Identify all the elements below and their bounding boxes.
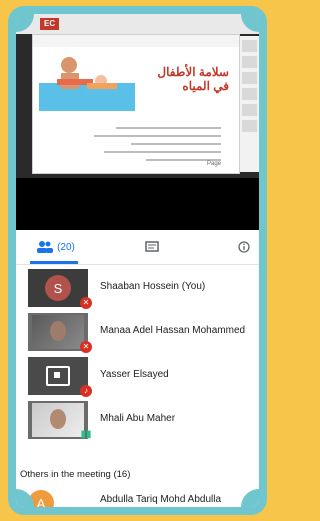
panel-tabs: (20) — [16, 230, 259, 265]
participant-row[interactable]: ▮▮ Mhali Abu Maher — [16, 397, 259, 441]
participant-row[interactable]: ♪ Yasser Elsayed — [16, 353, 259, 397]
presentation-slide: سلامة الأطفال في المياه Page — [32, 34, 240, 174]
participant-video — [32, 315, 84, 349]
speaking-icon: ▮▮ — [80, 429, 92, 440]
participant-tile: ♪ — [28, 357, 92, 397]
participant-name: Yasser Elsayed — [100, 369, 169, 380]
swimming-illustration — [39, 57, 135, 111]
slide-title: سلامة الأطفال في المياه — [157, 65, 229, 93]
participant-list: S ✕ Shaaban Hossein (You) ✕ Manaa Adel H… — [16, 265, 259, 441]
slide-toolbar: EC — [16, 14, 259, 34]
shared-screen: EC سلامة الأطفال في المياه Page — [16, 14, 259, 178]
active-tab-indicator — [30, 261, 78, 264]
participant-row[interactable]: ✕ Manaa Adel Hassan Mohammed — [16, 309, 259, 353]
info-icon — [238, 241, 250, 253]
tab-chat[interactable] — [132, 230, 172, 264]
participant-tile: S ✕ — [28, 269, 92, 309]
slide-footer: Page — [206, 161, 221, 167]
chat-icon — [145, 241, 159, 252]
participant-row[interactable]: S ✕ Shaaban Hossein (You) — [16, 265, 259, 309]
meeting-window: EC سلامة الأطفال في المياه Page (20) S ✕… — [16, 14, 259, 507]
participant-name: Shaaban Hossein (You) — [100, 281, 206, 292]
participant-tile: ✕ — [28, 313, 92, 353]
mic-off-icon: ✕ — [80, 341, 92, 353]
screen-share-icon — [46, 366, 70, 386]
video-letterbox — [16, 178, 259, 230]
mic-off-icon: ✕ — [80, 297, 92, 309]
tab-people[interactable]: (20) — [24, 230, 88, 264]
tab-info[interactable] — [232, 230, 256, 264]
others-section-header: Others in the meeting (16) — [20, 469, 131, 480]
slide-thumbnails — [240, 36, 259, 172]
slide-text-lines — [71, 121, 221, 161]
participant-name: Abdulla Tariq Mohd Abdulla — [100, 494, 222, 505]
people-count: (20) — [57, 241, 75, 253]
speaker-icon: ♪ — [80, 385, 92, 397]
people-icon — [37, 241, 54, 253]
slide-app-tag: EC — [40, 18, 60, 30]
participant-video — [32, 403, 84, 437]
slide-header — [33, 35, 239, 47]
participant-name: Mhali Abu Maher — [100, 413, 176, 424]
avatar: S — [45, 275, 71, 301]
participant-row[interactable]: A Abdulla Tariq Mohd Abdulla — [16, 486, 259, 507]
participant-name: Manaa Adel Hassan Mohammed — [100, 325, 246, 336]
participant-tile: ▮▮ — [28, 401, 92, 440]
